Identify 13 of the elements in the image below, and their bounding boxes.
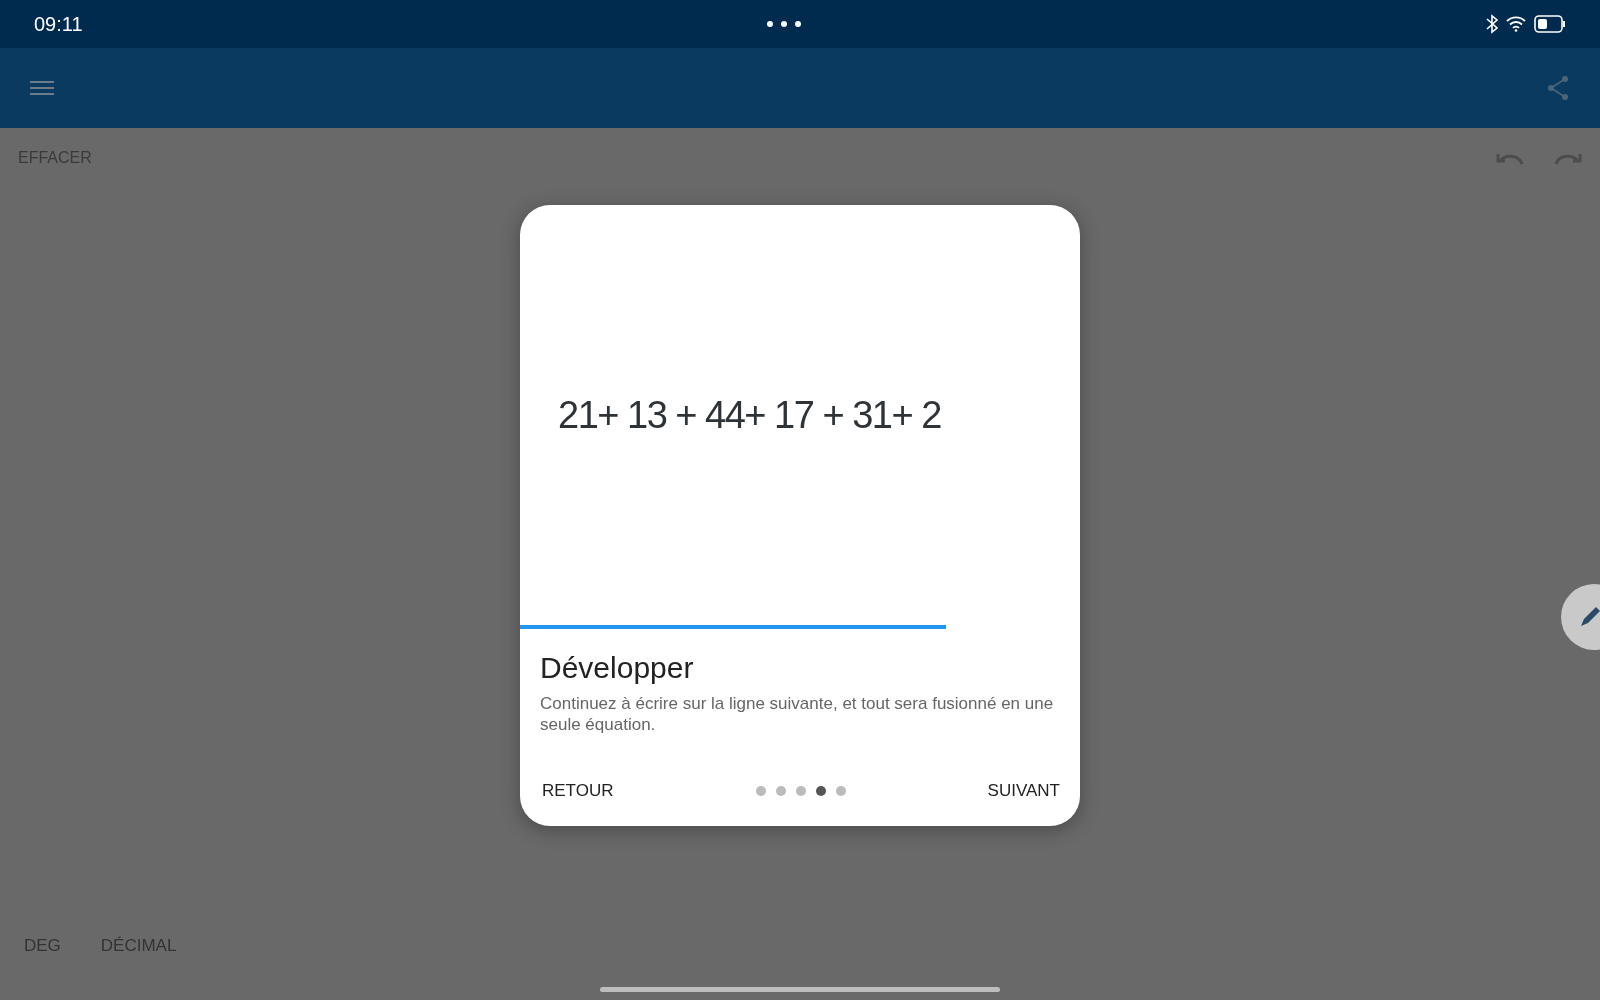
battery-icon — [1534, 15, 1566, 33]
menu-icon[interactable] — [30, 80, 54, 96]
wifi-icon — [1506, 16, 1526, 32]
share-icon[interactable] — [1546, 75, 1570, 101]
handwritten-expression: 21+ 13 + 44+ 17 + 31+ 2 — [558, 393, 941, 437]
dialog-description: Continuez à écrire sur la ligne suivante, et tout sera fusionné en une seule équation. — [540, 693, 1055, 735]
dialog-title: Développer — [540, 651, 695, 685]
next-button[interactable]: SUIVANT — [987, 781, 1060, 801]
more-dots-icon — [766, 20, 803, 28]
status-time: 09:11 — [34, 12, 83, 36]
pencil-icon — [1579, 606, 1600, 628]
back-button[interactable]: RETOUR — [542, 781, 614, 801]
bluetooth-icon — [1486, 14, 1498, 34]
